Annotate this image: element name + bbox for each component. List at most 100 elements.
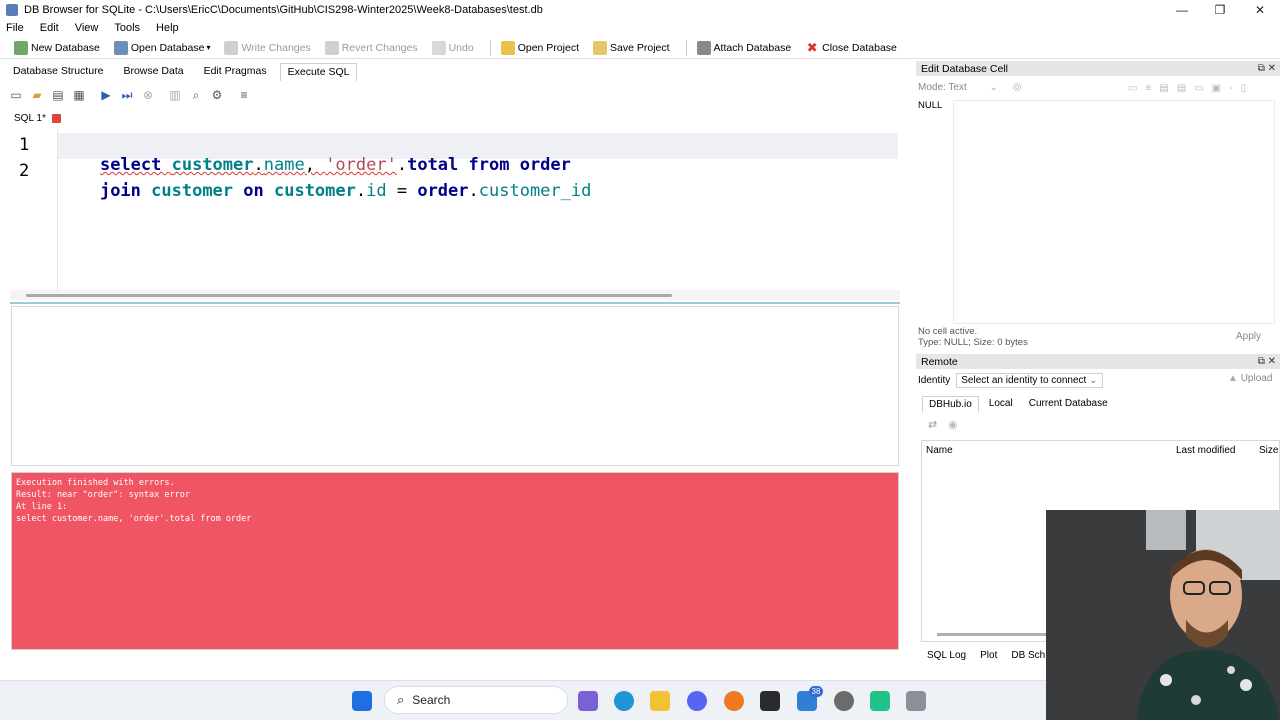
- undo-button[interactable]: Undo: [428, 38, 478, 58]
- menu-view[interactable]: View: [75, 22, 99, 34]
- tab-local[interactable]: Local: [983, 396, 1019, 412]
- scrollbar-thumb[interactable]: [26, 294, 672, 297]
- terminal-icon[interactable]: [760, 691, 780, 711]
- menu-help[interactable]: Help: [156, 22, 179, 34]
- results-grid[interactable]: [11, 306, 899, 466]
- open-project-button[interactable]: Open Project: [497, 38, 583, 58]
- tab-dbhub[interactable]: DBHub.io: [922, 396, 979, 412]
- dock-close-icon[interactable]: ⧉ ✕: [1258, 356, 1276, 367]
- auto-format-icon[interactable]: ◎: [1013, 82, 1022, 93]
- field-id: id: [366, 181, 387, 201]
- close-tab-icon[interactable]: [51, 113, 61, 123]
- upload-label: Upload: [1240, 373, 1273, 384]
- tab-database-structure[interactable]: Database Structure: [6, 63, 110, 81]
- remote-title: Remote: [921, 355, 958, 368]
- apply-button[interactable]: Apply: [1236, 331, 1261, 342]
- tab-current-database[interactable]: Current Database: [1023, 396, 1114, 412]
- sql-editor[interactable]: 1 2 select customer.name, 'order'.total …: [10, 130, 900, 290]
- identifier-customer: customer: [151, 181, 234, 201]
- tab-edit-pragmas[interactable]: Edit Pragmas: [197, 63, 274, 81]
- upload-button[interactable]: ▲ Upload: [1228, 373, 1272, 384]
- tab-sql-log[interactable]: SQL Log: [920, 649, 973, 662]
- save-sql-file-icon[interactable]: ▤: [50, 87, 66, 103]
- attach-database-label: Attach Database: [713, 41, 792, 54]
- open-tab-icon[interactable]: ▭: [8, 87, 24, 103]
- menu-edit[interactable]: Edit: [40, 22, 59, 34]
- identity-row: Identity Select an identity to connect ⌄: [918, 373, 1103, 388]
- execute-current-line-icon[interactable]: ⏭: [119, 87, 135, 103]
- window-title: DB Browser for SQLite - C:\Users\EricC\D…: [24, 4, 543, 16]
- refresh-icon[interactable]: ⇄: [928, 418, 937, 431]
- dock-close-icon[interactable]: ⧉ ✕: [1258, 63, 1276, 74]
- discord-icon[interactable]: [687, 691, 707, 711]
- column-header-name[interactable]: Name: [926, 445, 953, 456]
- clone-icon[interactable]: ◉: [948, 418, 958, 431]
- revert-changes-button[interactable]: Revert Changes: [321, 38, 422, 58]
- revert-changes-icon: [324, 40, 339, 55]
- save-results-icon[interactable]: ▥: [167, 87, 183, 103]
- execute-all-icon[interactable]: ▶: [98, 87, 114, 103]
- operator-equals: =: [386, 181, 418, 201]
- bottom-dock-tabs: SQL Log Plot DB Sch: [920, 649, 1052, 662]
- error-line: select customer.name, 'order'.total from…: [16, 514, 252, 524]
- identity-value: Select an identity to connect: [961, 375, 1087, 386]
- attach-database-button[interactable]: Attach Database: [693, 38, 796, 58]
- write-changes-label: Write Changes: [241, 41, 311, 54]
- menu-file[interactable]: File: [6, 22, 24, 34]
- error-message-pane: Execution finished with errors. Result: …: [11, 472, 899, 650]
- mode-select[interactable]: Mode: Text ⌄ ◎: [918, 82, 1021, 93]
- sql-tab-label: SQL 1*: [14, 112, 46, 124]
- close-database-icon: ✖: [806, 39, 818, 55]
- splitter[interactable]: [10, 302, 900, 304]
- open-sql-file-icon[interactable]: ▰: [29, 87, 45, 103]
- open-database-button[interactable]: Open Database ▾: [110, 38, 215, 58]
- firefox-icon[interactable]: [724, 691, 744, 711]
- toolbar-separator: [489, 39, 491, 56]
- settings-icon[interactable]: [834, 691, 854, 711]
- edge-icon[interactable]: [614, 691, 634, 711]
- open-database-icon: [113, 40, 128, 55]
- file-explorer-icon[interactable]: [650, 691, 670, 711]
- minimize-button[interactable]: —: [1162, 0, 1202, 20]
- close-window-button[interactable]: ✕: [1240, 0, 1280, 20]
- new-database-button[interactable]: New Database: [10, 38, 104, 58]
- cell-editor-toolbar-icons[interactable]: ▭≡▤▤▭▣◦▯: [1128, 83, 1254, 94]
- cell-editor[interactable]: [953, 100, 1275, 324]
- dropdown-arrow-icon[interactable]: ▾: [206, 43, 210, 52]
- sql-editor-tab[interactable]: SQL 1*: [14, 110, 61, 126]
- column-header-size[interactable]: Size: [1259, 445, 1278, 456]
- copilot-icon[interactable]: [578, 691, 598, 711]
- find-icon[interactable]: ⌕: [188, 87, 204, 103]
- remote-tabs: DBHub.io Local Current Database: [922, 396, 1118, 412]
- close-database-button[interactable]: ✖ Close Database: [801, 38, 901, 58]
- new-database-label: New Database: [31, 41, 100, 54]
- open-project-label: Open Project: [517, 41, 579, 54]
- field-customer-id: customer_id: [478, 181, 592, 201]
- menu-tools[interactable]: Tools: [114, 22, 140, 34]
- identity-select[interactable]: Select an identity to connect ⌄: [956, 373, 1103, 388]
- code-line-2[interactable]: join customer on customer.id = order.cus…: [59, 161, 591, 221]
- comment-icon[interactable]: ≡: [236, 87, 252, 103]
- find-replace-icon[interactable]: ⚙: [209, 87, 225, 103]
- column-header-last-modified[interactable]: Last modified: [1176, 445, 1235, 456]
- taskbar-search[interactable]: ⌕ Search: [384, 686, 568, 714]
- tab-plot[interactable]: Plot: [973, 649, 1004, 662]
- maximize-button[interactable]: ❐: [1200, 0, 1240, 20]
- pycharm-icon[interactable]: [870, 691, 890, 711]
- editor-horizontal-scrollbar[interactable]: [10, 290, 900, 300]
- save-project-button[interactable]: Save Project: [589, 38, 674, 58]
- db-browser-icon[interactable]: [906, 691, 926, 711]
- start-icon[interactable]: [352, 691, 372, 711]
- remote-scrollbar[interactable]: [937, 633, 1047, 636]
- tab-browse-data[interactable]: Browse Data: [116, 63, 190, 81]
- print-icon[interactable]: ▦: [71, 87, 87, 103]
- chevron-down-icon: ⌄: [1089, 375, 1098, 386]
- write-changes-button[interactable]: Write Changes: [220, 38, 314, 58]
- close-database-label: Close Database: [822, 41, 897, 54]
- toolbar-separator: [685, 39, 687, 56]
- stop-execution-icon[interactable]: ⊗: [140, 87, 156, 103]
- revert-changes-label: Revert Changes: [341, 41, 418, 54]
- undo-label: Undo: [448, 41, 474, 54]
- tab-execute-sql[interactable]: Execute SQL: [279, 63, 358, 81]
- edit-cell-header: Edit Database Cell ⧉ ✕: [916, 61, 1280, 76]
